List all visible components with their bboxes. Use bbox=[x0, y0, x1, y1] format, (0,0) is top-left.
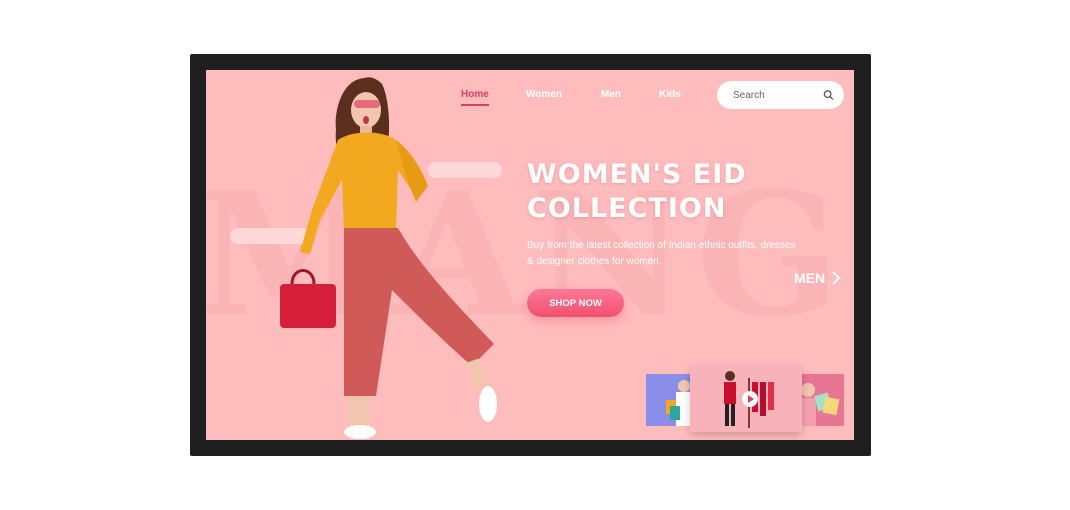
play-icon bbox=[747, 395, 754, 403]
thumbnail-shopping[interactable] bbox=[646, 374, 696, 426]
search-box[interactable] bbox=[717, 81, 844, 109]
thumbnail-image bbox=[666, 380, 692, 426]
shop-now-button[interactable]: SHOP NOW bbox=[527, 289, 624, 317]
hero-description: Buy from the latest collection of Indian… bbox=[527, 240, 796, 267]
nav-home[interactable]: Home bbox=[461, 89, 489, 106]
hero-screen: MANGO Home Women Men Kids bbox=[206, 70, 854, 440]
search-input[interactable] bbox=[731, 88, 823, 102]
hero-title: WOMEN'S EID COLLECTION bbox=[527, 158, 747, 226]
thumbnail-video[interactable] bbox=[690, 366, 802, 432]
play-button[interactable] bbox=[742, 391, 758, 407]
chevron-right-icon bbox=[832, 271, 841, 285]
hero-title-line1: WOMEN'S EID bbox=[527, 159, 747, 190]
nav-men[interactable]: Men bbox=[601, 89, 621, 100]
model-image bbox=[280, 77, 497, 439]
nav-women[interactable]: Women bbox=[526, 89, 562, 100]
nav-kids[interactable]: Kids bbox=[659, 89, 681, 100]
men-next-label: MEN bbox=[794, 270, 826, 286]
men-next-link[interactable]: MEN bbox=[794, 270, 841, 286]
hero-title-line2: COLLECTION bbox=[527, 193, 727, 224]
search-icon[interactable] bbox=[823, 89, 834, 101]
thumbnail-strip bbox=[644, 366, 854, 440]
